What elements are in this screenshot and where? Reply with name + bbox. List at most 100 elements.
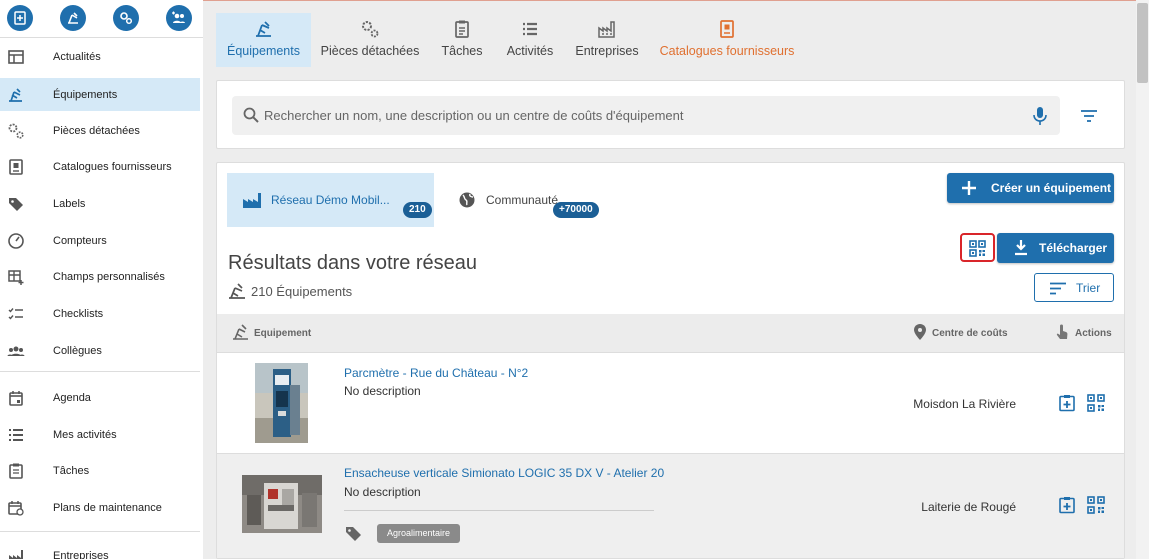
tab-entreprises[interactable]: Entreprises: [572, 13, 642, 67]
sidebar-item-catalogues[interactable]: Catalogues fournisseurs: [0, 150, 200, 183]
task-icon: [452, 19, 472, 39]
tab-taches[interactable]: Tâches: [434, 13, 490, 67]
catalog-icon: [717, 19, 737, 39]
cost-center: Moisdon La Rivière: [913, 397, 1016, 411]
sidebar-item-agenda[interactable]: Agenda: [0, 381, 200, 414]
list-icon: [520, 19, 540, 39]
download-button[interactable]: Télécharger: [997, 233, 1114, 263]
create-equipment-button[interactable]: Créer un équipement: [947, 173, 1114, 203]
create-task-icon[interactable]: [1058, 394, 1076, 412]
scope-community-tab[interactable]: Communauté +70000: [453, 173, 623, 227]
sort-icon: [1050, 282, 1066, 295]
tab-pieces-detachees[interactable]: Pièces détachées: [318, 13, 422, 67]
scope-community-label: Communauté: [486, 193, 559, 207]
touch-icon: [1056, 324, 1068, 339]
qr-code-icon: [969, 240, 986, 257]
equipment-name-link[interactable]: Parcmètre - Rue du Château - N°2: [344, 366, 528, 380]
column-header-actions: Actions: [1075, 328, 1112, 339]
task-icon: [7, 462, 25, 480]
sidebar-item-labels[interactable]: Labels: [0, 187, 200, 220]
factory-icon: [7, 547, 25, 559]
microphone-icon[interactable]: [1031, 106, 1049, 126]
download-label: Télécharger: [1039, 241, 1108, 255]
qr-code-button[interactable]: [960, 233, 995, 262]
sidebar-item-mes-activites[interactable]: Mes activités: [0, 418, 200, 451]
column-header-equipment[interactable]: Equipement: [254, 328, 311, 339]
scope-network-label: Réseau Démo Mobil...: [271, 193, 390, 207]
people-icon: [7, 342, 25, 360]
vertical-scrollbar[interactable]: [1136, 0, 1149, 559]
sidebar-item-taches[interactable]: Tâches: [0, 454, 200, 487]
table-row[interactable]: Ensacheuse verticale Simionato LOGIC 35 …: [217, 454, 1124, 558]
results-title: Résultats dans votre réseau: [228, 252, 478, 274]
catalog-icon: [7, 158, 25, 176]
equipment-thumbnail: [242, 475, 322, 533]
add-item-icon: [14, 11, 26, 25]
equipment-icon: [7, 86, 25, 104]
column-header-cost-center[interactable]: Centre de coûts: [932, 328, 1008, 339]
scope-network-tab[interactable]: Réseau Démo Mobil... 210: [227, 173, 434, 227]
sidebar-divider: [0, 371, 200, 372]
sidebar-item-label: Entreprises: [53, 549, 109, 559]
tab-catalogues-fournisseurs[interactable]: Catalogues fournisseurs: [658, 13, 796, 67]
quick-add-item-button[interactable]: [7, 5, 33, 31]
sidebar-item-label: Plans de maintenance: [53, 501, 162, 514]
equipment-thumbnail: [255, 363, 308, 443]
parts-icon: [120, 12, 133, 25]
sidebar-item-champs-personnalises[interactable]: Champs personnalisés: [0, 260, 200, 293]
quick-add-group-button[interactable]: [166, 5, 192, 31]
sidebar-item-label: Collègues: [53, 344, 102, 357]
tab-label: Entreprises: [575, 44, 639, 58]
parking-meter-image: [255, 363, 308, 443]
sidebar-item-checklists[interactable]: Checklists: [0, 297, 200, 330]
table-row[interactable]: Parcmètre - Rue du Château - N°2 No desc…: [217, 353, 1124, 454]
search-panel: [216, 80, 1125, 149]
equipment-name-link[interactable]: Ensacheuse verticale Simionato LOGIC 35 …: [344, 466, 664, 480]
sidebar-divider: [0, 531, 200, 532]
quick-parts-button[interactable]: [113, 5, 139, 31]
add-group-icon: [172, 11, 185, 23]
sidebar-item-compteurs[interactable]: Compteurs: [0, 224, 200, 257]
row-divider: [344, 510, 654, 511]
tab-label: Pièces détachées: [320, 44, 420, 58]
checklist-icon: [7, 305, 25, 323]
sidebar-item-plans-maintenance[interactable]: Plans de maintenance: [0, 491, 200, 524]
sidebar-divider: [0, 37, 203, 38]
sidebar-item-label: Actualités: [53, 50, 101, 63]
sort-button[interactable]: Trier: [1034, 273, 1114, 302]
scrollbar-thumb[interactable]: [1137, 3, 1148, 83]
sidebar-item-collegues[interactable]: Collègues: [0, 334, 200, 367]
create-task-icon[interactable]: [1058, 496, 1076, 514]
sort-label: Trier: [1076, 281, 1101, 295]
tab-label: Tâches: [441, 44, 483, 58]
sidebar-item-label: Mes activités: [53, 428, 117, 441]
sidebar-item-entreprises[interactable]: Entreprises: [0, 539, 200, 559]
sidebar-item-actualites[interactable]: Actualités: [0, 40, 200, 73]
search-box: [232, 96, 1060, 135]
qr-code-icon[interactable]: [1087, 394, 1105, 412]
tag-chip[interactable]: Agroalimentaire: [377, 524, 461, 543]
equipment-icon: [68, 12, 78, 24]
app-window: Actualités Équipements Pièces détachées …: [0, 0, 1149, 559]
sidebar-item-pieces-detachees[interactable]: Pièces détachées: [0, 114, 200, 147]
maintenance-plan-icon: [7, 499, 25, 517]
label-icon: [7, 195, 25, 213]
search-icon: [243, 107, 259, 123]
sidebar-item-label: Pièces détachées: [53, 124, 140, 137]
parts-icon: [7, 122, 25, 140]
qr-code-icon[interactable]: [1087, 496, 1105, 514]
filter-icon[interactable]: [1079, 106, 1099, 126]
results-count: 210 Équipements: [251, 284, 353, 299]
download-icon: [1015, 240, 1027, 256]
sidebar-item-label: Checklists: [53, 307, 104, 320]
sidebar-item-equipements[interactable]: Équipements: [0, 78, 200, 111]
search-input[interactable]: [264, 96, 1024, 135]
tab-activites[interactable]: Activités: [500, 13, 560, 67]
factory-icon: [597, 19, 617, 39]
packaging-machine-image: [242, 475, 322, 533]
custom-fields-icon: [7, 268, 25, 286]
quick-equipment-button[interactable]: [60, 5, 86, 31]
tab-equipements[interactable]: Équipements: [216, 13, 311, 67]
equipment-description: No description: [344, 485, 421, 499]
equipment-icon: [233, 324, 248, 340]
